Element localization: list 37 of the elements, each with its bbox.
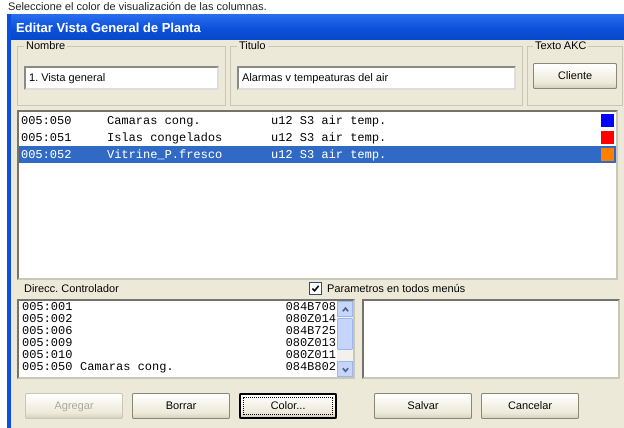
- caption-text: Seleccione el color de visualización de las columnas.: [7, 0, 268, 14]
- controller-label: Direcc. Controlador: [24, 282, 120, 294]
- controller-row[interactable]: 005:002 080Z014: [22, 313, 337, 325]
- address-text: 005:051: [21, 130, 72, 144]
- dialog-button[interactable]: Color...: [239, 393, 337, 419]
- nombre-field[interactable]: 1. Vista general: [24, 66, 219, 90]
- cliente-button[interactable]: Cliente: [533, 62, 617, 88]
- controller-row[interactable]: 005:009 080Z013: [22, 337, 337, 349]
- controller-row[interactable]: 005:050 Camaras cong. 084B802: [22, 361, 337, 373]
- address-text: 005:052: [21, 148, 72, 162]
- name-text: Vitrine_P.fresco: [107, 148, 224, 162]
- parameter-text: u12 S3 air temp.: [271, 148, 388, 162]
- name-text: Camaras cong.: [107, 114, 202, 128]
- dialog-button[interactable]: Cancelar: [481, 393, 579, 419]
- scroll-thumb[interactable]: [337, 318, 353, 350]
- window-title: Editar Vista General de Planta: [16, 20, 201, 34]
- titulo-field[interactable]: Alarmas v tempeaturas del air: [237, 66, 516, 90]
- controller-row[interactable]: 005:006 084B725: [22, 325, 337, 337]
- parameter-text: u12 S3 air temp.: [271, 130, 388, 144]
- list-row[interactable]: 005:050 Camaras cong. u12 S3 air temp.: [19, 112, 616, 129]
- checkbox-label: Parametros en todos menús: [327, 282, 466, 294]
- scroll-up-icon[interactable]: [337, 301, 353, 317]
- controller-row[interactable]: 005:010 080Z011: [22, 349, 337, 361]
- controller-row[interactable]: 005:001 084B708: [22, 301, 337, 313]
- group-label: Nombre: [25, 40, 66, 52]
- scrollbar[interactable]: [337, 301, 353, 377]
- checkbox[interactable]: [309, 282, 322, 295]
- scroll-down-icon[interactable]: [337, 361, 353, 377]
- group-label: Titulo: [238, 40, 266, 52]
- list-row[interactable]: 005:052 Vitrine_P.fresco u12 S3 air temp.: [19, 146, 616, 163]
- group-label: Texto AKC: [534, 40, 588, 52]
- dialog-button[interactable]: Borrar: [132, 393, 230, 419]
- dialog-button[interactable]: Salvar: [374, 393, 472, 419]
- address-text: 005:050: [21, 114, 72, 128]
- parameter-text: u12 S3 air temp.: [271, 114, 388, 128]
- list-row[interactable]: 005:051 Islas congelados u12 S3 air temp.: [19, 129, 616, 146]
- name-text: Islas congelados: [107, 130, 224, 144]
